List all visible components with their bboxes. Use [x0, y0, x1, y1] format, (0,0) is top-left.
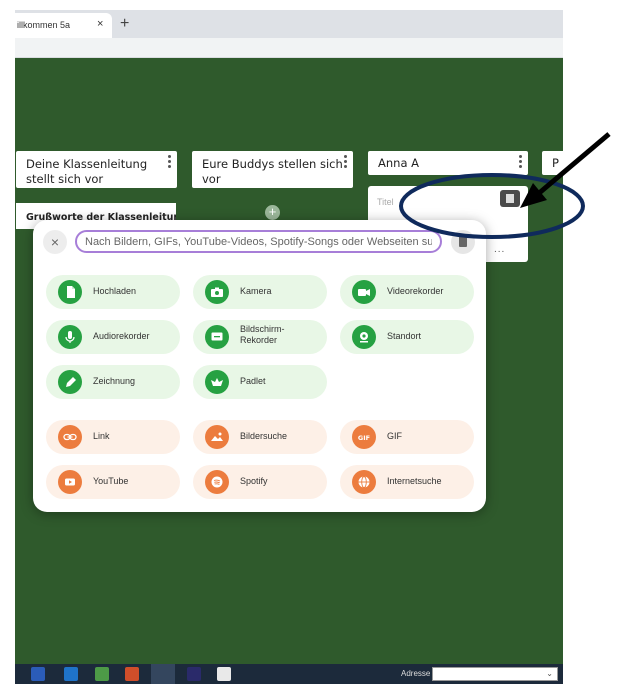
- option-label: Bildersuche: [240, 431, 288, 441]
- attachment-picker-popup: × Hochladen Kamera Videorekorder Audiore…: [33, 220, 486, 512]
- link-icon: [58, 425, 82, 449]
- option-label: Kamera: [240, 286, 272, 296]
- amazon-music-icon[interactable]: [187, 667, 201, 681]
- location-icon: [352, 325, 376, 349]
- word-icon[interactable]: [31, 667, 45, 681]
- upload-icon: [58, 280, 82, 304]
- column-header-anna[interactable]: Anna A: [368, 151, 528, 175]
- web-search-icon: [352, 470, 376, 494]
- column-header-next[interactable]: P: [542, 151, 563, 175]
- option-kamera[interactable]: Kamera: [193, 275, 327, 309]
- option-internetsuche[interactable]: Internetsuche: [340, 465, 474, 499]
- more-options-icon[interactable]: ...: [494, 244, 505, 255]
- document-icon[interactable]: [451, 230, 475, 254]
- store-icon[interactable]: [217, 667, 231, 681]
- browser-tab-title: illkommen 5a: [17, 20, 71, 30]
- address-input[interactable]: ⌄: [432, 667, 558, 681]
- option-label: Zeichnung: [93, 376, 136, 386]
- option-zeichnung[interactable]: Zeichnung: [46, 365, 180, 399]
- search-box[interactable]: [75, 230, 442, 253]
- option-label: Internetsuche: [387, 476, 442, 486]
- option-audiorekorder[interactable]: Audiorekorder: [46, 320, 180, 354]
- option-label: Hochladen: [93, 286, 137, 296]
- close-icon[interactable]: ×: [43, 230, 67, 254]
- option-label: Link: [93, 431, 110, 441]
- attachment-toggle-icon[interactable]: [500, 190, 520, 207]
- option-spotify[interactable]: Spotify: [193, 465, 327, 499]
- option-gif[interactable]: GIF GIF: [340, 420, 474, 454]
- powerpoint-icon[interactable]: [125, 667, 139, 681]
- option-label: Standort: [387, 331, 422, 341]
- option-label: YouTube: [93, 476, 129, 486]
- svg-text:GIF: GIF: [358, 434, 370, 442]
- spotify-icon: [205, 470, 229, 494]
- option-bildschirm-rekorder[interactable]: Bildschirm- Rekorder: [193, 320, 327, 354]
- add-post-button[interactable]: +: [265, 205, 280, 220]
- tab-close-icon[interactable]: ×: [97, 18, 103, 30]
- padlet-icon: [205, 370, 229, 394]
- column-title: P: [552, 156, 559, 170]
- option-bildersuche[interactable]: Bildersuche: [193, 420, 327, 454]
- post-title-placeholder[interactable]: Titel: [377, 197, 394, 207]
- chevron-down-icon[interactable]: ⌄: [546, 669, 553, 678]
- address-label: Adresse: [401, 669, 431, 678]
- option-hochladen[interactable]: Hochladen: [46, 275, 180, 309]
- screenshot-root: illkommen 5a × + Deine Klassenleitung st…: [0, 0, 617, 684]
- new-tab-button[interactable]: +: [120, 16, 129, 32]
- browser-toolbar: [15, 38, 563, 58]
- gif-icon: GIF: [352, 425, 376, 449]
- option-youtube[interactable]: YouTube: [46, 465, 180, 499]
- option-label: Audiorekorder: [93, 331, 150, 341]
- column-header-klassenleitung[interactable]: Deine Klassenleitung stellt sich vor: [16, 151, 177, 188]
- video-icon: [352, 280, 376, 304]
- column-menu-icon[interactable]: [344, 155, 348, 170]
- browser-tab[interactable]: illkommen 5a ×: [15, 13, 112, 38]
- search-input[interactable]: [77, 232, 440, 251]
- column-title: Anna A: [378, 156, 420, 170]
- column-header-buddys[interactable]: Eure Buddys stellen sich vor: [192, 151, 353, 188]
- chrome-icon[interactable]: [151, 664, 175, 684]
- option-label: Padlet: [240, 376, 266, 386]
- camera-icon: [205, 280, 229, 304]
- browser-tab-strip: illkommen 5a × +: [15, 10, 563, 38]
- option-label: GIF: [387, 431, 402, 441]
- youtube-icon: [58, 470, 82, 494]
- option-padlet[interactable]: Padlet: [193, 365, 327, 399]
- option-standort[interactable]: Standort: [340, 320, 474, 354]
- mail-icon[interactable]: [64, 667, 78, 681]
- column-title: Eure Buddys stellen sich vor: [202, 157, 343, 186]
- image-search-icon: [205, 425, 229, 449]
- option-label: Videorekorder: [387, 286, 444, 296]
- column-menu-icon[interactable]: [168, 155, 172, 170]
- option-label: Bildschirm- Rekorder: [240, 324, 285, 345]
- option-link[interactable]: Link: [46, 420, 180, 454]
- drawing-icon: [58, 370, 82, 394]
- column-menu-icon[interactable]: [519, 155, 523, 170]
- windows-taskbar: Adresse ⌄: [15, 664, 563, 684]
- option-label: Spotify: [240, 476, 268, 486]
- photos-icon[interactable]: [95, 667, 109, 681]
- screen-recorder-icon: [205, 325, 229, 349]
- microphone-icon: [58, 325, 82, 349]
- option-videorekorder[interactable]: Videorekorder: [340, 275, 474, 309]
- column-title: Deine Klassenleitung stellt sich vor: [26, 157, 148, 186]
